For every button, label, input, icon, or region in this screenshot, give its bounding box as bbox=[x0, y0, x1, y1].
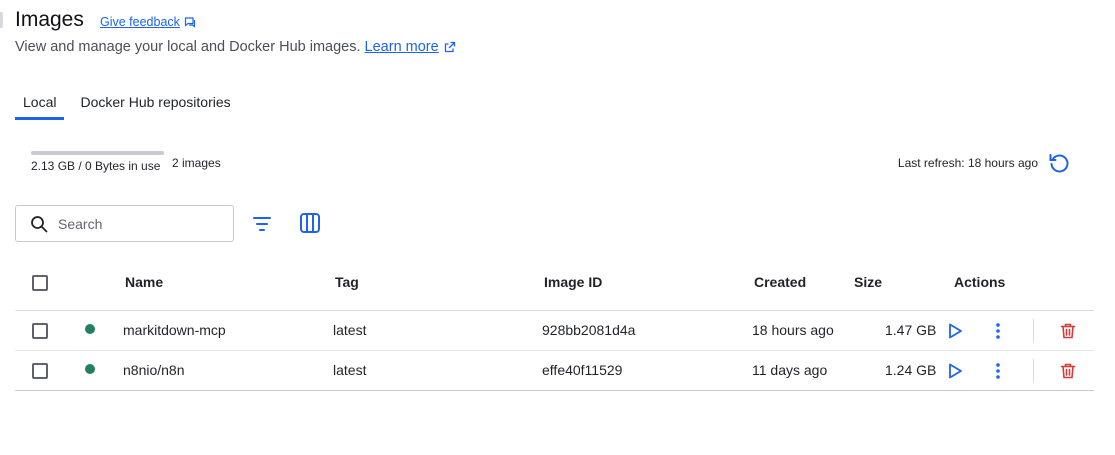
column-header-image-id[interactable]: Image ID bbox=[544, 274, 602, 290]
row-checkbox[interactable] bbox=[32, 323, 48, 339]
more-vertical-icon bbox=[995, 362, 1001, 380]
search-icon bbox=[30, 215, 48, 233]
give-feedback-link[interactable]: Give feedback bbox=[100, 15, 196, 29]
search-box[interactable] bbox=[15, 205, 234, 242]
actions-divider bbox=[1033, 359, 1034, 383]
more-vertical-icon bbox=[995, 322, 1001, 340]
storage-usage: 2.13 GB / 0 Bytes in use bbox=[31, 151, 164, 173]
column-header-created[interactable]: Created bbox=[754, 274, 806, 290]
play-icon bbox=[946, 322, 964, 340]
in-use-status-dot bbox=[85, 364, 95, 374]
run-button[interactable] bbox=[945, 321, 965, 341]
search-input[interactable] bbox=[58, 215, 218, 232]
table-row[interactable]: markitdown-mcp latest 928bb2081d4a 18 ho… bbox=[15, 311, 1094, 351]
image-id: effe40f11529 bbox=[542, 362, 623, 378]
delete-button[interactable] bbox=[1058, 321, 1078, 341]
column-header-actions: Actions bbox=[954, 274, 1006, 290]
column-header-tag[interactable]: Tag bbox=[335, 274, 359, 290]
delete-button[interactable] bbox=[1058, 361, 1078, 381]
columns-icon bbox=[298, 211, 322, 235]
refresh-icon bbox=[1047, 151, 1071, 175]
tab-docker-hub-repositories[interactable]: Docker Hub repositories bbox=[72, 88, 238, 120]
run-button[interactable] bbox=[945, 361, 965, 381]
table-row[interactable]: n8nio/n8n latest effe40f11529 11 days ag… bbox=[15, 351, 1094, 391]
more-options-button[interactable] bbox=[988, 321, 1008, 341]
external-link-icon bbox=[444, 41, 456, 53]
last-refresh-text: Last refresh: 18 hours ago bbox=[897, 156, 1038, 170]
window-edge-marker bbox=[0, 12, 3, 28]
learn-more-label: Learn more bbox=[364, 39, 439, 55]
table-header: Name Tag Image ID Created Size Actions bbox=[15, 261, 1094, 311]
tab-bar: Local Docker Hub repositories bbox=[15, 88, 239, 120]
subtitle-text: View and manage your local and Docker Hu… bbox=[15, 39, 361, 55]
image-created: 18 hours ago bbox=[752, 322, 834, 338]
trash-icon bbox=[1059, 322, 1077, 340]
tab-local[interactable]: Local bbox=[15, 88, 65, 120]
image-size: 1.24 GB bbox=[885, 362, 937, 378]
images-table: Name Tag Image ID Created Size Actions m… bbox=[15, 261, 1094, 391]
columns-button[interactable] bbox=[298, 211, 322, 235]
give-feedback-label: Give feedback bbox=[100, 15, 180, 29]
storage-usage-bar bbox=[31, 151, 164, 155]
image-size: 1.47 GB bbox=[885, 322, 937, 338]
trash-icon bbox=[1059, 362, 1077, 380]
storage-usage-text: 2.13 GB / 0 Bytes in use bbox=[31, 159, 161, 173]
image-tag: latest bbox=[333, 322, 367, 338]
row-checkbox[interactable] bbox=[32, 363, 48, 379]
learn-more-link[interactable]: Learn more bbox=[365, 39, 456, 55]
image-count: 2 images bbox=[172, 156, 221, 170]
filter-icon bbox=[250, 212, 274, 236]
page-title: Images bbox=[15, 8, 84, 31]
image-name[interactable]: markitdown-mcp bbox=[123, 322, 226, 338]
feedback-chat-icon bbox=[184, 16, 196, 28]
select-all-checkbox[interactable] bbox=[32, 275, 48, 291]
column-header-name[interactable]: Name bbox=[125, 274, 163, 290]
image-id: 928bb2081d4a bbox=[542, 322, 636, 338]
actions-divider bbox=[1033, 319, 1034, 343]
more-options-button[interactable] bbox=[988, 361, 1008, 381]
column-header-size[interactable]: Size bbox=[854, 274, 882, 290]
refresh-button[interactable] bbox=[1047, 151, 1071, 175]
image-name[interactable]: n8nio/n8n bbox=[123, 362, 185, 378]
in-use-status-dot bbox=[85, 324, 95, 334]
image-created: 11 days ago bbox=[752, 362, 828, 378]
play-icon bbox=[946, 362, 964, 380]
image-tag: latest bbox=[333, 362, 367, 378]
filter-button[interactable] bbox=[250, 212, 274, 236]
page-subtitle: View and manage your local and Docker Hu… bbox=[15, 39, 456, 55]
